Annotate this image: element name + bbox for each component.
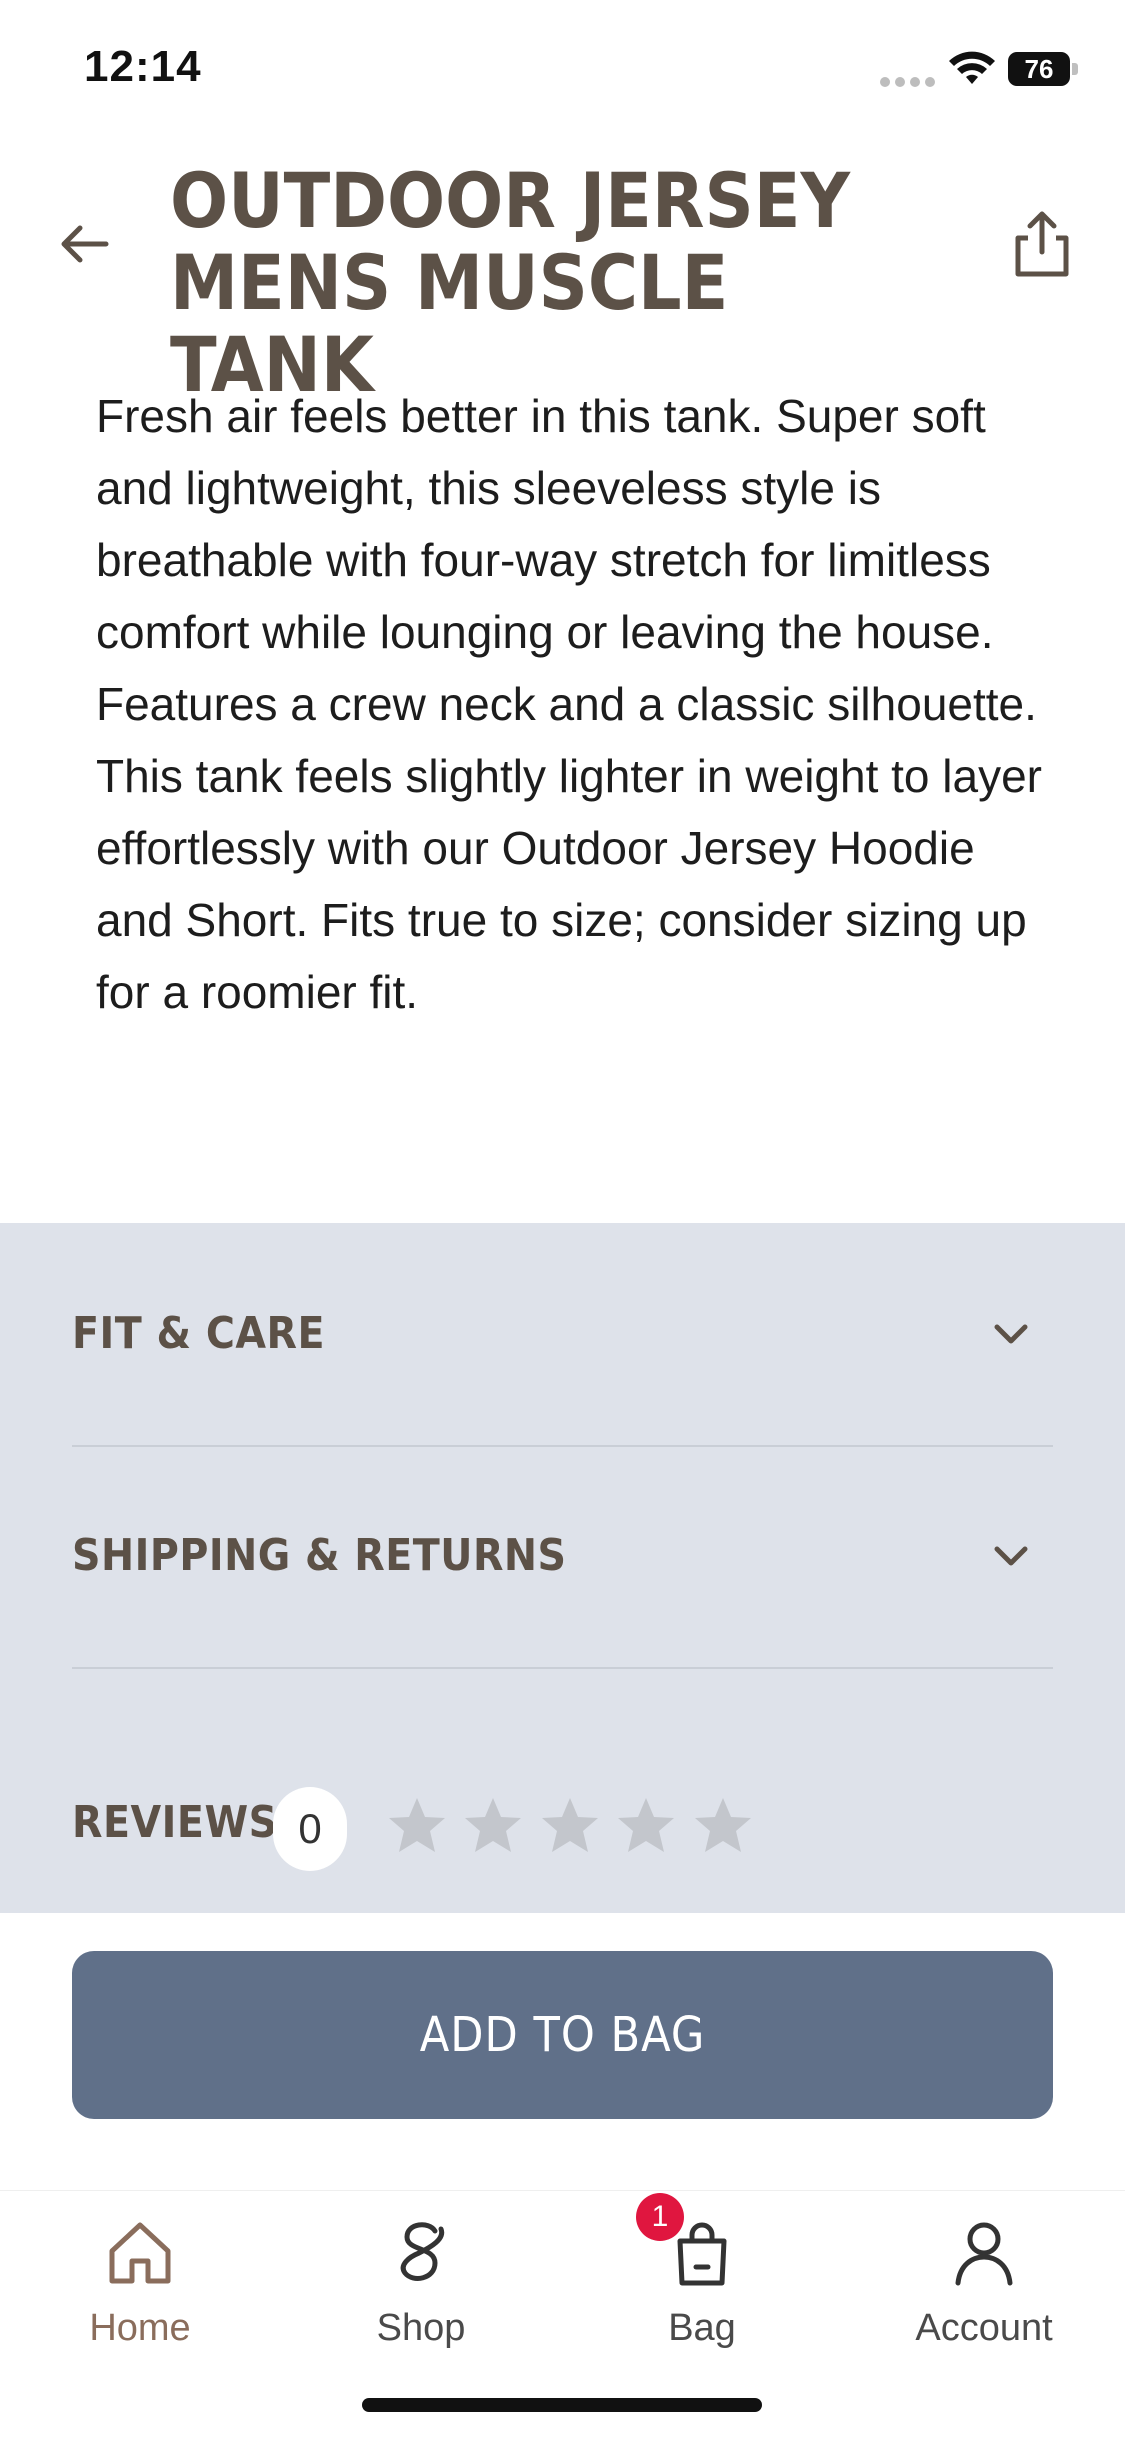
status-time: 12:14 <box>84 42 202 91</box>
tab-label: Shop <box>376 2307 466 2349</box>
tab-account[interactable]: Account <box>864 2217 1104 2367</box>
battery-level: 76 <box>1024 54 1054 84</box>
star-icon <box>694 1798 751 1852</box>
tab-home[interactable]: Home <box>20 2217 260 2367</box>
product-description: Fresh air feels better in this tank. Sup… <box>96 390 1042 1018</box>
star-icon <box>618 1798 675 1852</box>
bag-count-badge: 1 <box>636 2193 684 2241</box>
reviews-count-badge: 0 <box>273 1787 347 1871</box>
star-icon <box>389 1798 445 1852</box>
tab-bag[interactable]: 1 Bag <box>582 2193 822 2367</box>
star-rating <box>386 1795 764 1859</box>
star-icon <box>465 1798 522 1852</box>
home-icon <box>109 2222 171 2284</box>
product-header: OUTDOOR JERSEY MENS MUSCLE TANK <box>0 140 1125 406</box>
add-to-bag-button[interactable]: ADD TO BAG <box>72 1951 1053 2119</box>
back-arrow-icon[interactable] <box>50 210 118 278</box>
tab-shop[interactable]: Shop <box>301 2217 541 2367</box>
cta-area: ADD TO BAG <box>0 1913 1125 2190</box>
accordion-label: FIT & CARE <box>72 1308 326 1359</box>
accordion-fit-care[interactable]: FIT & CARE <box>72 1223 1053 1447</box>
cellular-signal-icon <box>880 74 940 92</box>
accordion-shipping-returns[interactable]: SHIPPING & RETURNS <box>72 1445 1053 1669</box>
tab-label: Bag <box>668 2307 736 2349</box>
home-indicator <box>362 2398 762 2412</box>
battery-icon: 76 <box>1008 52 1078 86</box>
shop-icon <box>400 2222 445 2281</box>
reviews-label: REVIEWS <box>72 1797 278 1848</box>
chevron-down-icon <box>994 1546 1028 1566</box>
tab-label: Home <box>89 2307 191 2349</box>
tab-label: Account <box>915 2307 1053 2349</box>
account-icon <box>955 2222 1013 2286</box>
chevron-down-icon <box>994 1324 1028 1344</box>
accordion-label: SHIPPING & RETURNS <box>72 1530 567 1581</box>
product-details-section: FIT & CARE SHIPPING & RETURNS REVIEWS 0 <box>0 1223 1125 1913</box>
status-bar: 12:14 76 <box>0 0 1125 140</box>
page-title: OUTDOOR JERSEY MENS MUSCLE TANK <box>170 156 850 409</box>
share-icon[interactable] <box>1010 208 1074 280</box>
reviews-summary[interactable]: REVIEWS 0 <box>72 1779 1053 1879</box>
wifi-icon <box>949 51 995 84</box>
star-icon <box>541 1798 598 1852</box>
